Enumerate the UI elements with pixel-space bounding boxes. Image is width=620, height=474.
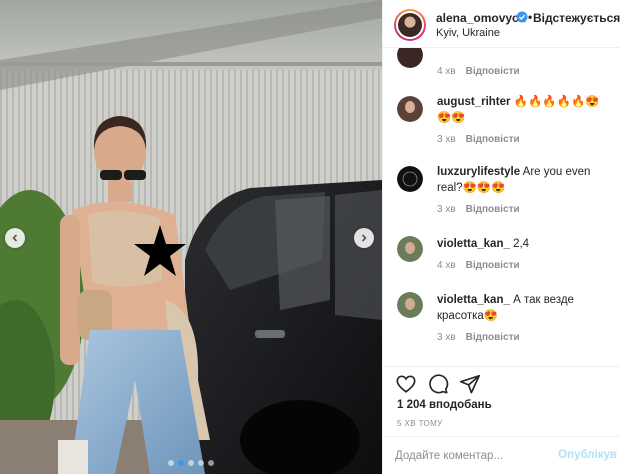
commenter-avatar[interactable]: [397, 236, 423, 262]
reply-button[interactable]: Відповісти: [466, 66, 520, 77]
commenter-avatar[interactable]: [397, 96, 423, 122]
owner-username[interactable]: alena_omovych: [436, 11, 526, 25]
comment-input[interactable]: [395, 446, 555, 466]
reply-button[interactable]: Відповісти: [466, 134, 520, 145]
post-location[interactable]: Kyiv, Ukraine: [436, 27, 500, 39]
carousel-dot: [168, 460, 174, 466]
carousel-dot: [208, 460, 214, 466]
following-status-button[interactable]: Відстежується: [533, 11, 620, 25]
comment-time: 3 хв: [437, 332, 456, 343]
carousel-next-button[interactable]: [354, 228, 374, 248]
comment-username[interactable]: august_rihter: [437, 96, 511, 108]
comment-meta: 3 хв Відповісти: [437, 134, 530, 145]
post-actions: 1 204 вподобань 5 ХВ ТОМУ: [383, 366, 620, 432]
carousel-dot: [178, 460, 184, 466]
comment-time: 4 хв: [437, 66, 456, 77]
commenter-avatar[interactable]: [397, 166, 423, 192]
comment-time: 4 хв: [437, 260, 456, 271]
comment-username[interactable]: violetta_kan_: [437, 294, 510, 306]
comment-meta: 4 хв Відповісти: [437, 66, 530, 77]
carousel-dot: [188, 460, 194, 466]
carousel-dots: [0, 460, 382, 466]
commenter-avatar[interactable]: [397, 292, 423, 318]
post-header: alena_omovych • Відстежується Kyiv, Ukra…: [383, 0, 620, 48]
comments-list[interactable]: 4 хв Відповісти august_rihter 🔥🔥🔥🔥🔥😍😍😍 3 …: [383, 48, 620, 366]
reply-button[interactable]: Відповісти: [466, 204, 520, 215]
heart-icon[interactable]: [395, 373, 417, 395]
comment-meta: 4 хв Відповісти: [437, 260, 530, 271]
post-timestamp: 5 ХВ ТОМУ: [397, 419, 443, 428]
comment-meta: 3 хв Відповісти: [437, 332, 530, 343]
comment-username[interactable]: violetta_kan_: [437, 238, 510, 250]
chevron-right-icon: [361, 234, 367, 242]
follow-separator: •: [528, 10, 533, 24]
owner-avatar[interactable]: [394, 9, 426, 41]
reply-button[interactable]: Відповісти: [466, 332, 520, 343]
add-comment-bar: Опублікув: [383, 436, 620, 474]
comment-time: 3 хв: [437, 134, 456, 145]
share-icon[interactable]: [459, 373, 481, 395]
post-side-panel: alena_omovych • Відстежується Kyiv, Ukra…: [382, 0, 620, 474]
comment-time: 3 хв: [437, 204, 456, 215]
post-photo[interactable]: [0, 0, 382, 474]
publish-button[interactable]: Опублікув: [558, 449, 617, 461]
comment-username[interactable]: luxzurylifestyle: [437, 166, 520, 178]
verified-badge-icon: [516, 11, 528, 23]
comment-text: violetta_kan_ А так везде красотка😍: [437, 292, 613, 324]
carousel-dot: [198, 460, 204, 466]
comment-icon[interactable]: [427, 373, 449, 395]
likes-count[interactable]: 1 204 вподобань: [397, 399, 492, 411]
reply-button[interactable]: Відповісти: [466, 260, 520, 271]
comment-meta: 3 хв Відповісти: [437, 204, 530, 215]
comment-content: 2,4: [513, 238, 530, 250]
comment-text: violetta_kan_ 2,4: [437, 236, 613, 252]
carousel-prev-button[interactable]: [5, 228, 25, 248]
chevron-left-icon: [12, 234, 18, 242]
photo-image: [0, 0, 382, 474]
comment-text: august_rihter 🔥🔥🔥🔥🔥😍😍😍: [437, 94, 613, 126]
commenter-avatar[interactable]: [397, 48, 423, 68]
comment-text: luxzurylifestyle Are you even real?😍😍😍: [437, 164, 613, 196]
avatar-fill: [397, 48, 423, 68]
